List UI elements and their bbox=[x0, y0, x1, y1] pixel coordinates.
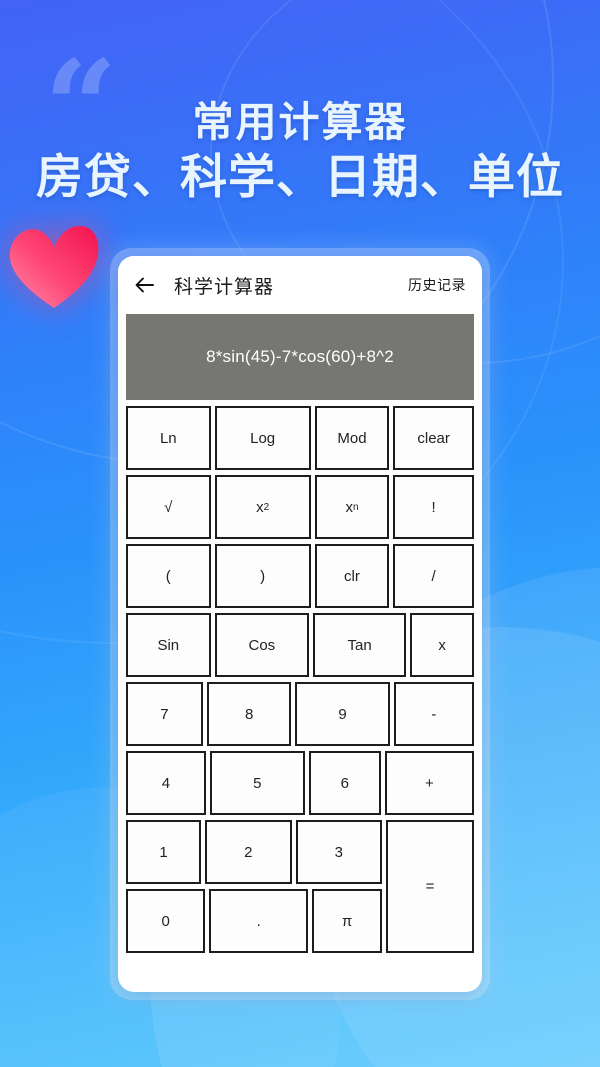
key-8[interactable]: 8 bbox=[206, 682, 292, 746]
keypad-bottom-row-0: 123 bbox=[126, 820, 382, 884]
key-[interactable]: ( bbox=[126, 544, 211, 608]
key-[interactable]: / bbox=[393, 544, 474, 608]
calculator-keypad: Ln Log Mod clear √ x 2 x n!() clr / Sin Cos Tan x 7 8 9-4… bbox=[118, 400, 482, 961]
key-cos[interactable]: Cos bbox=[214, 613, 310, 677]
keypad-row-0: Ln Log Mod clear bbox=[126, 406, 474, 470]
keypad-row-3: Sin Cos Tan x bbox=[126, 613, 474, 677]
key-[interactable]: . bbox=[209, 889, 308, 953]
keypad-row-1: √ x 2 x n! bbox=[126, 475, 474, 539]
keypad-row-2: () clr / bbox=[126, 544, 474, 608]
phone-screen: 科学计算器 历史记录 8*sin(45)-7*cos(60)+8^2 Ln Log… bbox=[118, 256, 482, 992]
key-2[interactable]: 2 bbox=[205, 820, 292, 884]
key-[interactable]: ! bbox=[393, 475, 474, 539]
keypad-bottom-row-1: 0.π bbox=[126, 889, 382, 953]
key-9[interactable]: 9 bbox=[295, 682, 390, 746]
key-3[interactable]: 3 bbox=[295, 820, 382, 884]
key-sin[interactable]: Sin bbox=[126, 613, 211, 677]
key-7[interactable]: 7 bbox=[126, 682, 203, 746]
key-6[interactable]: 6 bbox=[308, 751, 381, 815]
key-clear[interactable]: clear bbox=[393, 406, 474, 470]
key-equals[interactable]: = bbox=[386, 820, 474, 953]
display-expression: 8*sin(45)-7*cos(60)+8^2 bbox=[206, 347, 394, 366]
headline-line-2: 房贷、科学、日期、单位 bbox=[36, 150, 564, 203]
heart-icon bbox=[8, 222, 100, 310]
keypad-row-5: 4 5 6 + bbox=[126, 751, 474, 815]
key-[interactable]: ) bbox=[214, 544, 311, 608]
key-[interactable]: √ bbox=[126, 475, 211, 539]
promo-screenshot: “ 常用计算器 房贷、科学、日期、单位 科学计算器 历史记录 8*sin(45)… bbox=[0, 0, 600, 1067]
key-[interactable]: + bbox=[384, 751, 474, 815]
key-0[interactable]: 0 bbox=[126, 889, 206, 953]
page-title: 科学计算器 bbox=[174, 276, 275, 298]
history-button[interactable]: 历史记录 bbox=[408, 275, 466, 295]
key-[interactable]: π bbox=[312, 889, 382, 953]
key-x[interactable]: x bbox=[410, 613, 474, 677]
calculator-display[interactable]: 8*sin(45)-7*cos(60)+8^2 bbox=[126, 314, 474, 400]
key-ln[interactable]: Ln bbox=[126, 406, 211, 470]
key-log[interactable]: Log bbox=[214, 406, 311, 470]
key-4[interactable]: 4 bbox=[126, 751, 206, 815]
app-header: 科学计算器 历史记录 bbox=[118, 256, 482, 314]
key-xn[interactable]: xn bbox=[314, 475, 390, 539]
key-1[interactable]: 1 bbox=[126, 820, 201, 884]
key-clr[interactable]: clr bbox=[314, 544, 390, 608]
keypad-row-4: 789- bbox=[126, 682, 474, 746]
headline-line-1: 常用计算器 bbox=[192, 99, 408, 145]
key-x2[interactable]: x2 bbox=[214, 475, 311, 539]
key-5[interactable]: 5 bbox=[209, 751, 305, 815]
key-[interactable]: - bbox=[393, 682, 474, 746]
promo-headline: 常用计算器 房贷、科学、日期、单位 bbox=[0, 96, 600, 206]
key-mod[interactable]: Mod bbox=[314, 406, 390, 470]
key-tan[interactable]: Tan bbox=[313, 613, 407, 677]
keypad-bottom-block: 1230.π = bbox=[126, 820, 474, 953]
arrow-left-icon[interactable] bbox=[132, 272, 158, 298]
